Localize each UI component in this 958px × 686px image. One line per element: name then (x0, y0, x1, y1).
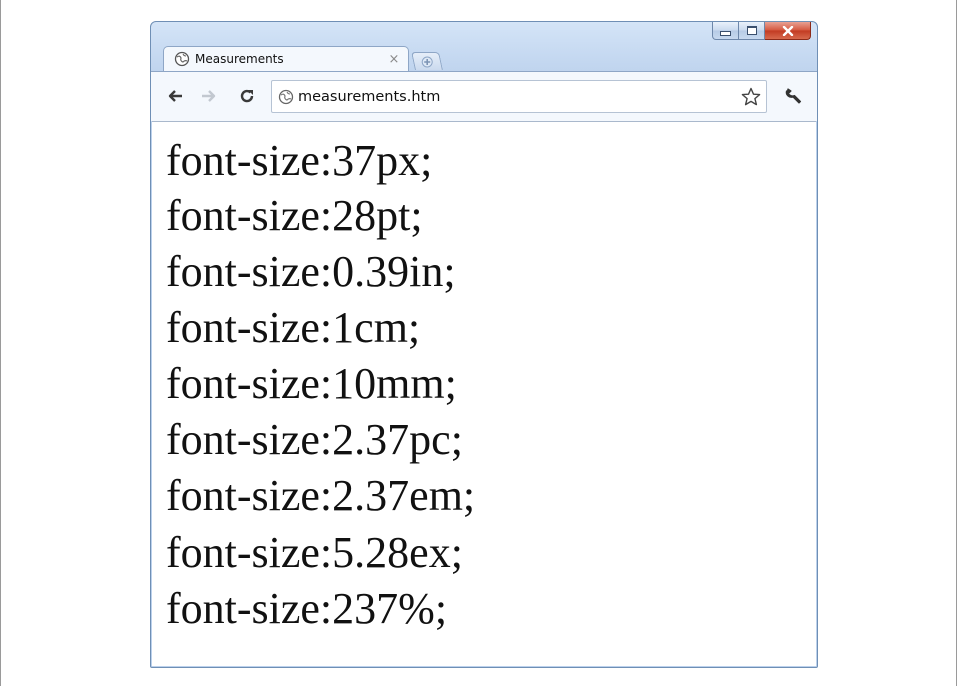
close-window-button[interactable] (765, 22, 811, 40)
globe-icon (278, 89, 294, 105)
plus-icon (421, 56, 433, 67)
text-line: font-size:28pt; (166, 191, 423, 240)
toolbar: measurements.htm (151, 71, 817, 121)
star-icon[interactable] (738, 84, 764, 110)
tab-measurements[interactable]: Measurements × (163, 46, 409, 71)
text-line: font-size:0.39in; (166, 247, 456, 296)
text-line: font-size:237%; (166, 584, 448, 633)
reload-button[interactable] (237, 86, 257, 106)
reload-icon (240, 89, 254, 103)
minimize-icon (720, 31, 731, 36)
url-text[interactable]: measurements.htm (298, 89, 738, 105)
text-line: font-size:1cm; (166, 303, 421, 352)
close-icon (782, 25, 793, 36)
wrench-icon[interactable] (783, 85, 805, 107)
forward-arrow-icon (202, 90, 216, 102)
page-content: font-size:37px; font-size:28pt; font-siz… (152, 121, 816, 666)
new-tab-button[interactable] (411, 52, 443, 70)
minimize-button[interactable] (712, 22, 739, 40)
browser-window: Measurements × measurements.htm font-siz… (150, 21, 818, 668)
address-bar[interactable]: measurements.htm (271, 80, 767, 113)
text-line: font-size:2.37pc; (166, 415, 463, 464)
text-line: font-size:37px; (166, 136, 433, 185)
back-button[interactable] (165, 86, 185, 106)
tab-close-button[interactable]: × (386, 52, 402, 67)
maximize-button[interactable] (739, 22, 765, 40)
maximize-icon (746, 26, 757, 35)
globe-icon (174, 51, 190, 67)
window-caption-buttons (712, 22, 811, 41)
text-line: font-size:5.28ex; (166, 528, 463, 577)
text-line: font-size:2.37em; (166, 471, 476, 520)
forward-button[interactable] (199, 86, 219, 106)
tab-title: Measurements (195, 52, 284, 66)
back-arrow-icon (168, 90, 182, 102)
text-line: font-size:10mm; (166, 359, 457, 408)
